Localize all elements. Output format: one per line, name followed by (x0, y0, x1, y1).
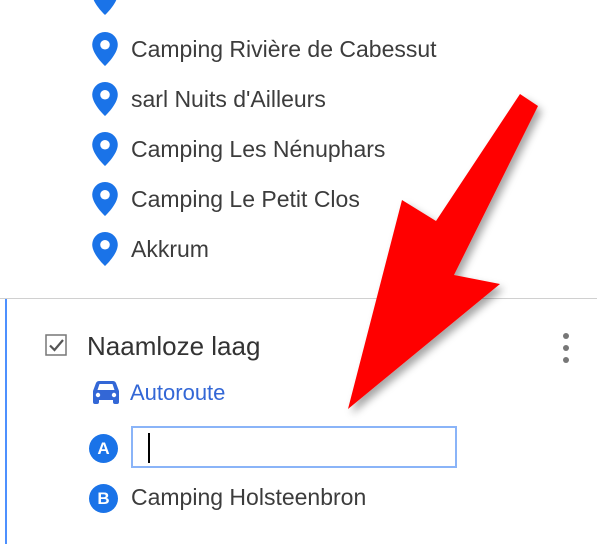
location-pin-icon (92, 132, 118, 166)
location-pin-icon (93, 0, 117, 15)
route-mode-label: Autoroute (130, 380, 226, 405)
layer-selected-indicator (5, 299, 7, 544)
more-vert-dot (563, 333, 569, 339)
layer-title[interactable]: Naamloze laag (87, 331, 260, 362)
place-item-2[interactable]: Camping Les Nénuphars (92, 129, 385, 169)
waypoint-a-input[interactable] (131, 426, 457, 468)
place-item-3[interactable]: Camping Le Petit Clos (92, 179, 360, 219)
location-pin-icon (92, 82, 118, 116)
layer-visibility-checkbox[interactable] (44, 333, 68, 357)
car-icon (93, 381, 119, 404)
waypoint-b-label[interactable]: Camping Holsteenbron (131, 484, 366, 511)
layer-more-options-button[interactable] (555, 330, 577, 366)
location-pin-icon (92, 32, 118, 66)
route-mode-link[interactable]: Autoroute (90, 380, 225, 406)
place-label: Akkrum (131, 235, 209, 262)
list-item-partial[interactable] (92, 0, 118, 18)
place-label: Camping Le Petit Clos (131, 185, 360, 212)
location-pin-icon (92, 182, 118, 216)
place-label: Camping Les Nénuphars (131, 135, 386, 162)
waypoint-a-badge: A (89, 434, 118, 463)
place-label: Camping Rivière de Cabessut (131, 35, 437, 62)
place-item-4[interactable]: Akkrum (92, 229, 209, 269)
waypoint-b-badge: B (89, 484, 118, 513)
place-item-1[interactable]: sarl Nuits d'Ailleurs (92, 79, 326, 119)
text-caret (148, 433, 150, 463)
more-vert-dot (563, 345, 569, 351)
location-pin-icon (92, 232, 118, 266)
more-vert-dot (563, 357, 569, 363)
place-item-0[interactable]: Camping Rivière de Cabessut (92, 29, 437, 69)
place-label: sarl Nuits d'Ailleurs (131, 85, 326, 112)
